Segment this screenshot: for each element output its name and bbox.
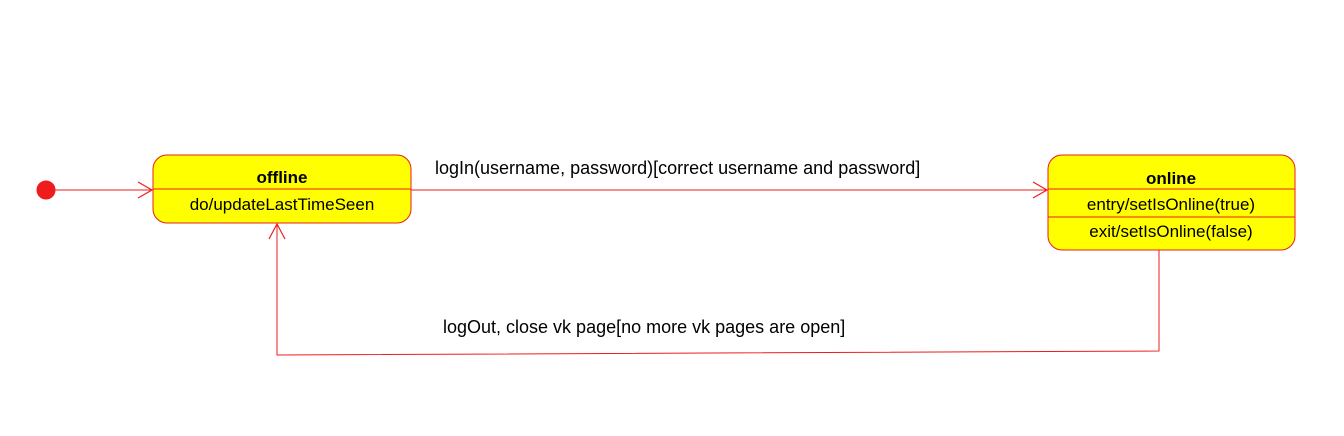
state-online-exit-activity: exit/setIsOnline(false) [1089,222,1252,241]
state-online-name: online [1146,169,1196,188]
state-offline-name: offline [257,168,308,187]
initial-state-node[interactable] [36,180,56,200]
state-offline[interactable]: offline do/updateLastTimeSeen [152,154,412,224]
state-offline-activity: do/updateLastTimeSeen [190,195,375,214]
transition-logout[interactable]: logOut, close vk page[no more vk pages a… [268,222,1160,356]
state-diagram: logIn(username, password)[correct userna… [36,154,1296,356]
transition-login-label: logIn(username, password)[correct userna… [435,158,920,178]
transition-initial-to-offline[interactable] [55,181,154,199]
transition-logout-label: logOut, close vk page[no more vk pages a… [443,317,845,337]
transition-login[interactable]: logIn(username, password)[correct userna… [411,158,1049,199]
state-online[interactable]: online entry/setIsOnline(true) exit/setI… [1047,154,1296,251]
state-online-entry-activity: entry/setIsOnline(true) [1087,195,1255,214]
